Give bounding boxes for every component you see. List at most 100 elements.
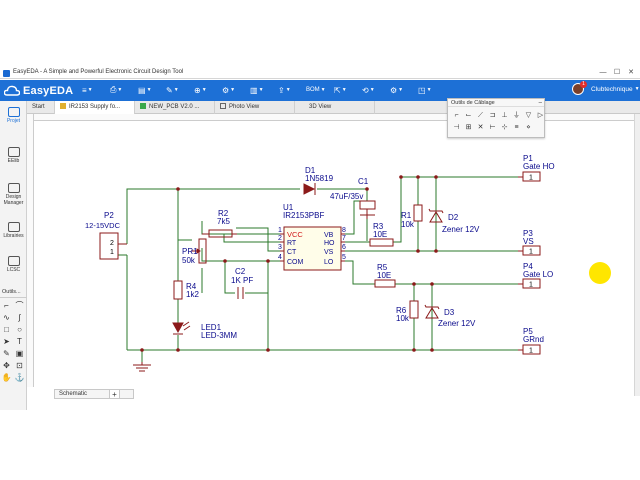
sidebar-item-lcsc[interactable]: LCSC [0, 256, 27, 273]
wire-icon[interactable]: ⌐ [451, 110, 462, 121]
net-flag-icon[interactable]: ⊥ [499, 110, 510, 121]
doc-icon: ▤ [138, 85, 146, 95]
file-icon: ≡ [82, 85, 87, 95]
spice-icon[interactable]: ⋄ [523, 122, 534, 133]
netport-icon[interactable]: ▽ [523, 110, 534, 121]
avatar[interactable]: 1 [572, 81, 587, 95]
vcc-icon[interactable]: ▷ [535, 110, 546, 121]
menu-bom-button[interactable]: BOM ▼ [306, 85, 334, 95]
bus-icon[interactable]: ⌙ [463, 110, 474, 121]
group-icon[interactable]: ⊞ [463, 122, 474, 133]
connector-p3[interactable]: 1 P3 VS [518, 229, 541, 256]
resistor-r2[interactable]: R2 7k5 [202, 209, 237, 238]
menu-settings-button[interactable]: ⚙ ▼ [390, 85, 418, 95]
tab-pcb[interactable]: NEW_PCB V2.0 ... [135, 101, 215, 114]
r5-value: 10E [377, 271, 391, 280]
menu-doc-button[interactable]: ▤ ▼ [138, 85, 166, 95]
zener-d2[interactable]: D2 Zener 12V [428, 208, 480, 234]
polyline-tool-icon[interactable]: ∿ [1, 312, 12, 323]
u1-pin-1: 1 [278, 227, 282, 234]
sidebar-item-design-manager[interactable]: Design Manager [0, 183, 27, 206]
junction-icon[interactable]: ⊹ [499, 122, 510, 133]
sidebar-item-projet[interactable]: Projet [0, 107, 27, 124]
resistor-r1[interactable]: R1 10k [401, 204, 423, 229]
bus-entry-icon[interactable]: ⟋ [475, 110, 486, 121]
connector-p2[interactable]: P2 12-15VDC 2 1 [85, 211, 127, 260]
easyeda-logo[interactable]: EasyEDA [4, 83, 73, 98]
drag-tool-icon[interactable]: ✥ [1, 360, 12, 371]
sidebar-item-label: Projet [6, 118, 21, 124]
hand-tool-icon[interactable]: ✋ [1, 372, 12, 383]
net-label-icon[interactable]: ⊐ [487, 110, 498, 121]
arc-tool-icon[interactable]: ⌒ [14, 300, 25, 311]
share-icon: ⇪ [278, 85, 285, 95]
ic-u1[interactable]: U1 IR2153PBF 1 2 3 4 VCC RT CT COM VB HO… [278, 203, 346, 271]
bezier-tool-icon[interactable]: ∫ [14, 312, 25, 323]
add-sheet-button[interactable]: + [109, 389, 120, 399]
menu-save-button[interactable]: ⎙ ▼ [110, 85, 138, 95]
u1-pin-vs: VS [324, 249, 334, 256]
image-tool-icon[interactable]: ▣ [14, 348, 25, 359]
menu-place-button[interactable]: ⊕ ▼ [194, 85, 222, 95]
user-name: Clubtechnique [591, 85, 633, 93]
resistor-r3[interactable]: R3 10E [369, 222, 394, 247]
close-window-button[interactable]: ✕ [624, 68, 638, 78]
schematic-drawing[interactable]: P2 12-15VDC 2 1 D1 1N5819 C1 47uF/35v R2 [34, 121, 634, 387]
menu-fabricate-button[interactable]: ▥ ▼ [250, 85, 278, 95]
p2-value: 12-15VDC [85, 221, 121, 230]
maximize-button[interactable]: ☐ [610, 68, 624, 78]
led-led1[interactable]: LED1 LED-3MM [172, 321, 237, 340]
sheet-tab-schematic[interactable]: Schematic [54, 389, 134, 399]
text-tool-icon[interactable]: T [14, 336, 25, 347]
rect-tool-icon[interactable]: □ [1, 324, 12, 335]
arrow-tool-icon[interactable]: ➤ [1, 336, 12, 347]
menu-view-button[interactable]: ◳ ▼ [418, 85, 446, 95]
pen-tool-icon[interactable]: ✎ [1, 348, 12, 359]
connector-p5[interactable]: 1 P5 GRnd [518, 327, 544, 355]
pr1-value: 50k [182, 256, 196, 265]
menu-share-button[interactable]: ⇪ ▼ [278, 85, 306, 95]
connector-p4[interactable]: 1 P4 Gate LO [518, 262, 553, 289]
connector-p1[interactable]: 1 P1 Gate HO [518, 154, 555, 182]
pin-icon[interactable]: ⊣ [451, 122, 462, 133]
no-connect-icon[interactable]: ✕ [475, 122, 486, 133]
diode-d1[interactable]: D1 1N5819 [303, 166, 334, 195]
circle-tool-icon[interactable]: ○ [14, 324, 25, 335]
chevron-down-icon: ▼ [398, 87, 404, 93]
capacitor-c1[interactable]: C1 47uF/35v [330, 177, 376, 219]
r6-value: 10k [396, 314, 410, 323]
tab-3d-view[interactable]: 3D View [295, 101, 375, 114]
history-icon: ⟲ [362, 85, 369, 95]
u1-pin-vb: VB [324, 232, 334, 239]
menu-export-button[interactable]: ⇱ ▼ [334, 85, 362, 95]
menu-history-button[interactable]: ⟲ ▼ [362, 85, 390, 95]
ground-symbol[interactable] [133, 362, 151, 372]
wire-tool-icon[interactable]: ⌐ [1, 300, 12, 311]
probe-icon[interactable]: ⊢ [487, 122, 498, 133]
p4-value: Gate LO [523, 270, 553, 279]
menu-file-button[interactable]: ≡ ▼ [82, 85, 110, 95]
user-menu[interactable]: 1 Clubtechnique ▼ [572, 81, 640, 95]
menu-gear-button[interactable]: ⚙ ▼ [222, 85, 250, 95]
minimize-button[interactable]: — [596, 68, 610, 78]
sidebar-item-eelib[interactable]: EElib [0, 147, 27, 164]
tab-label: Start [32, 104, 45, 110]
resistor-r5[interactable]: R5 10E [374, 263, 396, 288]
anchor-tool-icon[interactable]: ⚓ [14, 372, 25, 383]
vertical-scrollbar[interactable] [634, 114, 640, 396]
menu-pen-button[interactable]: ✎ ▼ [166, 85, 194, 95]
minimize-icon[interactable]: – [539, 99, 542, 107]
capacitor-c2[interactable]: C2 1K PF [231, 267, 253, 299]
tab-photo-view[interactable]: Photo View [215, 101, 295, 114]
wiring-tools-palette[interactable]: Outils de Câblage – ⌐ ⌙ ⟋ ⊐ ⊥ ⏚ ▽ ▷ ⊣ ⊞ … [447, 98, 545, 138]
resistor-r4[interactable]: R4 1k2 [173, 280, 199, 300]
tab-schematic[interactable]: IR2153 Supply fo... [55, 101, 135, 114]
sidebar-item-librairies[interactable]: Librairies [0, 222, 27, 239]
tab-start[interactable]: Start [27, 101, 55, 114]
annotate-icon[interactable]: ≡ [511, 122, 522, 133]
canvas-tool-icon[interactable]: ⊡ [14, 360, 25, 371]
ground-icon[interactable]: ⏚ [511, 110, 522, 121]
resistor-r6[interactable]: R6 10k [396, 300, 419, 323]
zener-d3[interactable]: D3 Zener 12V [424, 304, 476, 328]
chevron-down-icon: ▼ [634, 86, 640, 92]
